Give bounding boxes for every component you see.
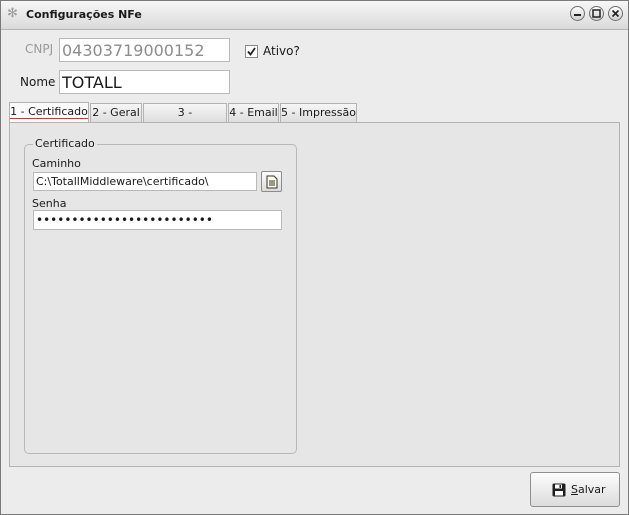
title-bar[interactable]: ✻ Configurações NFe (1, 1, 628, 30)
window-title: Configurações NFe (26, 8, 142, 21)
tab-certificado[interactable]: 1 - Certificado (9, 102, 89, 123)
nome-label: Nome (20, 75, 56, 89)
maximize-button[interactable] (589, 6, 604, 21)
ativo-checkbox[interactable] (245, 45, 258, 58)
app-icon: ✻ (7, 6, 18, 21)
certificado-group-title: Certificado (33, 137, 97, 150)
nome-field[interactable] (59, 70, 230, 94)
maximize-icon (592, 9, 601, 18)
nfe-config-window: ✻ Configurações NFe CNPJ Ativo? Nome 1 -… (0, 0, 629, 515)
tab-email[interactable]: 4 - Email (228, 103, 279, 122)
certificado-group: Certificado Caminho Senha (24, 137, 297, 454)
close-button[interactable] (608, 6, 623, 21)
caminho-field[interactable] (33, 172, 257, 191)
cnpj-field[interactable] (59, 38, 230, 62)
senha-input[interactable] (34, 211, 281, 229)
save-button-label: Salvar (571, 483, 606, 496)
tab-panel-certificado: Certificado Caminho Senha (9, 122, 620, 467)
minimize-button[interactable] (570, 6, 585, 21)
tab-geral[interactable]: 2 - Geral (90, 103, 142, 122)
nome-input[interactable] (60, 71, 229, 93)
tab-impressao[interactable]: 5 - Impressão (280, 103, 357, 122)
tab-webservice[interactable]: 3 - WebService (143, 103, 227, 137)
cnpj-label: CNPJ (25, 42, 54, 56)
file-icon (266, 175, 278, 189)
ativo-label: Ativo? (263, 44, 300, 58)
caminho-input[interactable] (34, 173, 256, 190)
minimize-icon (574, 14, 581, 16)
senha-label: Senha (32, 197, 67, 210)
floppy-disk-icon (552, 483, 566, 497)
close-icon (611, 9, 620, 18)
cnpj-input[interactable] (60, 39, 229, 61)
save-button[interactable]: Salvar (530, 472, 620, 507)
browse-certificate-button[interactable] (261, 171, 282, 192)
checkmark-icon (247, 47, 256, 56)
senha-field[interactable] (33, 210, 282, 230)
caminho-label: Caminho (32, 157, 81, 170)
